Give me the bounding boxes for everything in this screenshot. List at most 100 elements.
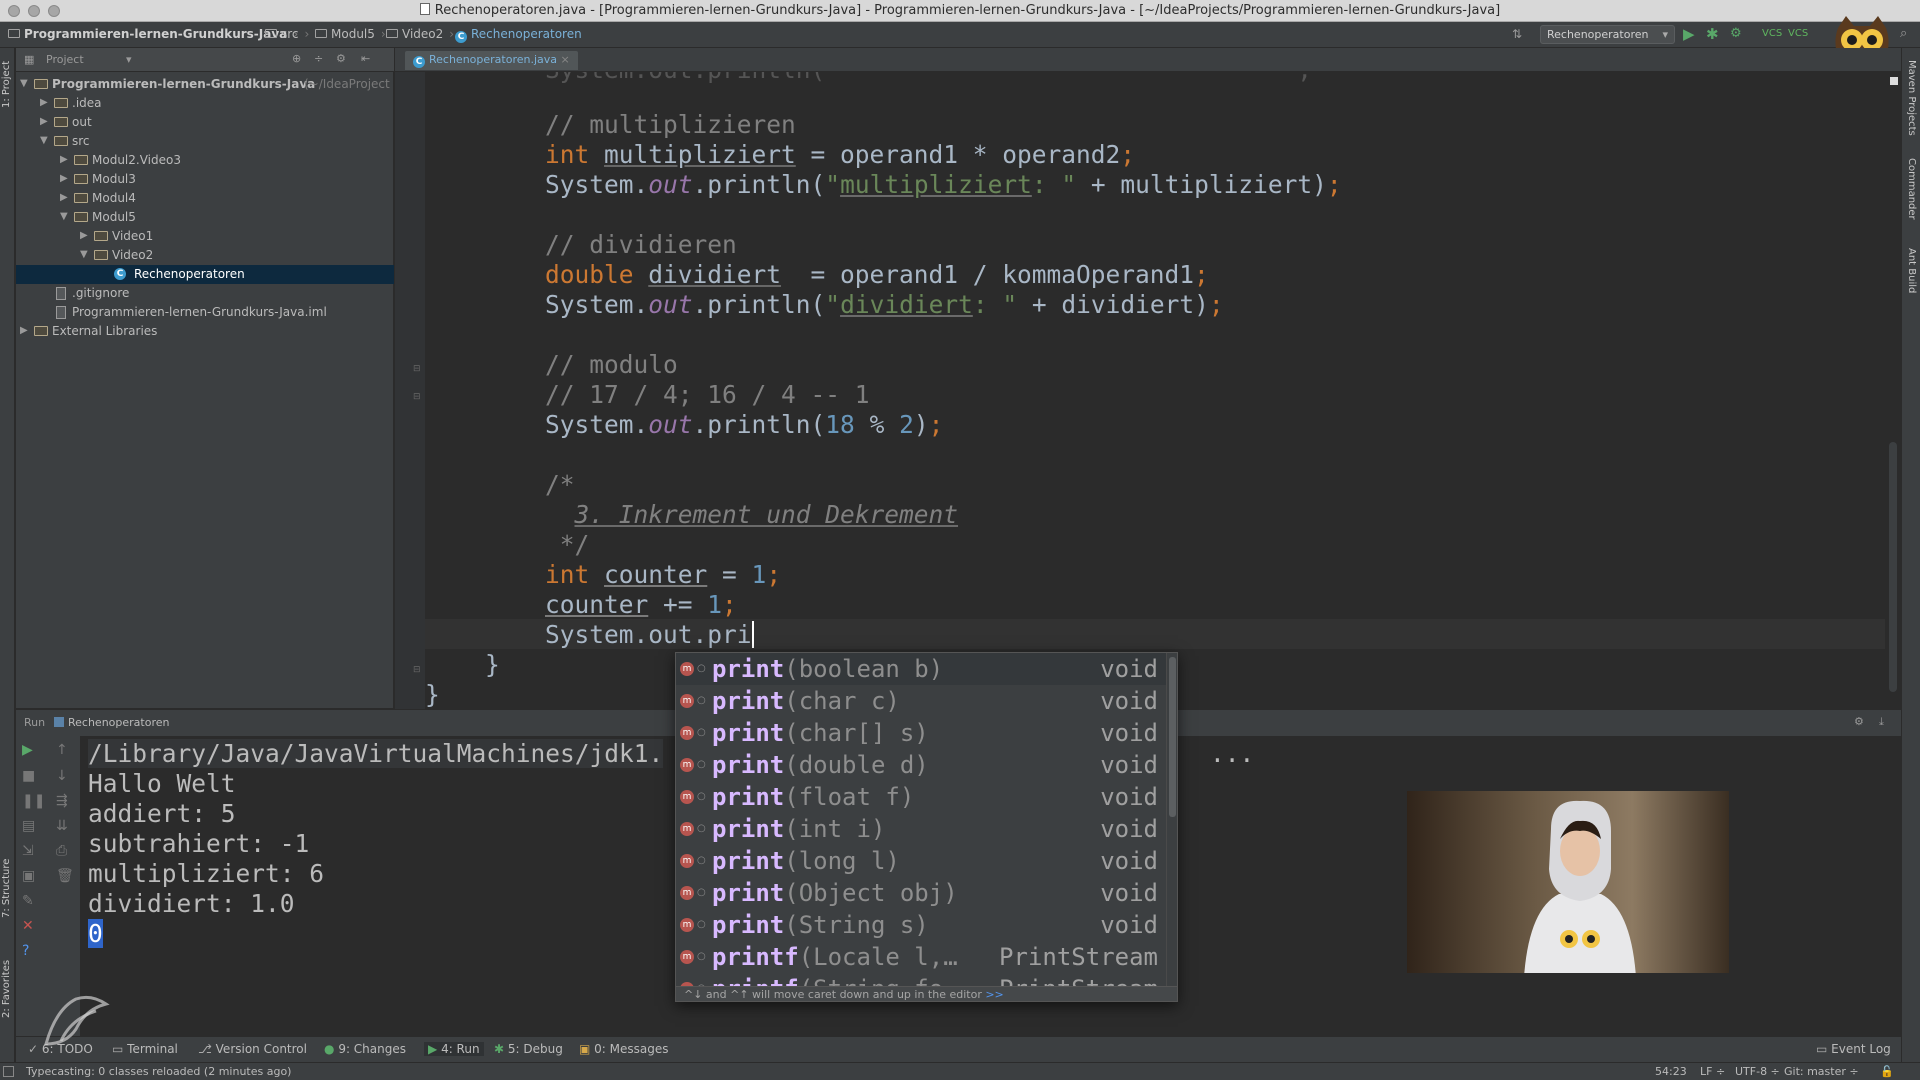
toggle-tool-windows-icon[interactable]: [3, 1066, 14, 1077]
collapsed-arrow-icon[interactable]: ▶: [40, 116, 48, 127]
exit-icon[interactable]: ⇲: [22, 843, 34, 859]
scrollbar-thumb[interactable]: [1169, 657, 1176, 817]
coverage-icon[interactable]: ⚙: [1730, 26, 1742, 42]
debug-tool-button[interactable]: ✱ 5: Debug: [494, 1042, 563, 1056]
version-control-tool-button[interactable]: ⎇ Version Control: [198, 1042, 307, 1056]
project-tool-button[interactable]: 1: Project: [1, 61, 12, 108]
expanded-arrow-icon[interactable]: ▼: [40, 135, 48, 146]
build-icon[interactable]: ⇅: [1512, 26, 1522, 42]
tree-item[interactable]: ▼ src: [16, 132, 394, 151]
autocomplete-item[interactable]: m ○ print(boolean b) void: [676, 653, 1166, 685]
scrollbar-thumb[interactable]: [1889, 442, 1897, 692]
scroll-to-end-icon[interactable]: ⇊: [56, 818, 68, 834]
restore-layout-icon[interactable]: ▣: [22, 868, 35, 884]
tree-item[interactable]: ▶ Modul3: [16, 170, 394, 189]
search-icon[interactable]: ⌕: [1900, 26, 1907, 42]
run-configuration-select[interactable]: Rechenoperatoren ▾: [1540, 25, 1675, 44]
editor-vertical-scrollbar[interactable]: [1885, 72, 1901, 709]
autocomplete-popup[interactable]: m ○ print(boolean b) void m ○ print(char c) voi…: [675, 652, 1178, 1002]
collapsed-arrow-icon[interactable]: ▶: [60, 154, 68, 165]
hide-panel-icon[interactable]: ⤓: [1879, 715, 1884, 729]
structure-tool-button[interactable]: 7: Structure: [1, 859, 12, 918]
messages-tool-button[interactable]: ▣ 0: Messages: [579, 1042, 669, 1056]
autocomplete-item[interactable]: m ○ print(float f) void: [676, 781, 1166, 813]
collapsed-arrow-icon[interactable]: ▶: [60, 173, 68, 184]
collapsed-arrow-icon[interactable]: ▶: [80, 230, 88, 241]
autocomplete-scrollbar[interactable]: [1166, 653, 1177, 1001]
terminal-tool-button[interactable]: ▭ Terminal: [112, 1042, 178, 1056]
fold-marker-icon[interactable]: ⊟: [413, 665, 421, 675]
line-separator-select[interactable]: LF ÷: [1700, 1065, 1725, 1078]
tree-item[interactable]: ▶ .idea: [16, 94, 394, 113]
clear-all-icon[interactable]: 🗑: [56, 868, 74, 884]
tree-item[interactable]: ▼ Programmieren-lernen-Grundkurs-Java (~/…: [16, 75, 394, 94]
hide-panel-icon[interactable]: ⇤: [361, 52, 370, 65]
tree-item[interactable]: ▶ Modul2.Video3: [16, 151, 394, 170]
maven-projects-tool-button[interactable]: Maven Projects: [1906, 60, 1917, 136]
event-log-tool-button[interactable]: ▭ Event Log: [1816, 1042, 1891, 1056]
fold-marker-icon[interactable]: ⊟: [413, 364, 421, 374]
caret-position[interactable]: 54:23: [1655, 1065, 1687, 1078]
collapsed-arrow-icon[interactable]: ▶: [40, 97, 48, 108]
breadcrumb-class[interactable]: C Rechenoperatoren: [455, 27, 582, 43]
vcs-commit-icon[interactable]: VCS: [1788, 26, 1808, 42]
hint-more-link[interactable]: >>: [985, 988, 1003, 1001]
tree-item[interactable]: ▼ Modul5: [16, 208, 394, 227]
breadcrumb-src[interactable]: src ›: [265, 27, 309, 41]
run-tab-rechenoperatoren[interactable]: Rechenoperatoren: [54, 716, 169, 729]
pin-icon[interactable]: ✎: [22, 893, 34, 909]
soft-wrap-icon[interactable]: ⇶: [56, 793, 68, 809]
lock-icon[interactable]: 🔓: [1880, 1065, 1894, 1078]
pause-icon[interactable]: ❚❚: [22, 793, 45, 809]
autocomplete-item[interactable]: m ○ print(double d) void: [676, 749, 1166, 781]
gear-icon[interactable]: ⚙: [336, 52, 346, 65]
tree-item[interactable]: ▶ External Libraries: [16, 322, 394, 341]
fold-marker-icon[interactable]: ⊟: [413, 392, 421, 402]
project-view-select[interactable]: Project: [46, 53, 84, 66]
collapsed-arrow-icon[interactable]: ▶: [20, 325, 28, 336]
rerun-icon[interactable]: ▶: [22, 742, 33, 758]
favorites-tool-button[interactable]: 2: Favorites: [1, 960, 12, 1018]
expanded-arrow-icon[interactable]: ▼: [80, 249, 88, 260]
code-editor[interactable]: System.out.println( ; // multiplizieren …: [425, 72, 1901, 709]
expanded-arrow-icon[interactable]: ▼: [20, 78, 28, 89]
run-tool-button[interactable]: ▶ 4: Run: [424, 1042, 484, 1056]
breadcrumb-modul5[interactable]: Modul5 ›: [315, 27, 386, 41]
changes-tool-button[interactable]: ● 9: Changes: [324, 1042, 406, 1056]
autocomplete-item[interactable]: m ○ print(Object obj) void: [676, 877, 1166, 909]
dump-threads-icon[interactable]: ▤: [22, 818, 35, 834]
chevron-down-icon[interactable]: ▾: [126, 53, 132, 66]
tree-item[interactable]: ▼ Video2: [16, 246, 394, 265]
vcs-update-icon[interactable]: VCS: [1762, 26, 1782, 42]
tree-item[interactable]: ▶ Modul4: [16, 189, 394, 208]
breadcrumb-video2[interactable]: Video2 ›: [386, 27, 454, 41]
encoding-select[interactable]: UTF-8 ÷: [1735, 1065, 1780, 1078]
collapse-all-icon[interactable]: ÷: [314, 52, 323, 65]
debug-icon[interactable]: ✱: [1706, 26, 1719, 42]
expanded-arrow-icon[interactable]: ▼: [60, 211, 68, 222]
autocomplete-item[interactable]: m ○ print(int i) void: [676, 813, 1166, 845]
autocomplete-item[interactable]: m ○ print(long l) void: [676, 845, 1166, 877]
tree-item[interactable]: .gitignore: [16, 284, 394, 303]
breadcrumb-project[interactable]: Programmieren-lernen-Grundkurs-Java ›: [8, 27, 298, 41]
autocomplete-item[interactable]: m ○ printf(Locale l,… PrintStream: [676, 941, 1166, 973]
arrow-up-icon[interactable]: ↑: [56, 742, 68, 758]
tree-item[interactable]: ▶ Video1: [16, 227, 394, 246]
commander-tool-button[interactable]: Commander: [1906, 158, 1917, 220]
help-icon[interactable]: ?: [22, 943, 29, 959]
run-icon[interactable]: ▶: [1683, 26, 1695, 42]
locate-icon[interactable]: ⊕: [292, 52, 301, 65]
git-branch-select[interactable]: Git: master ÷: [1784, 1065, 1859, 1078]
autocomplete-item[interactable]: m ○ print(String s) void: [676, 909, 1166, 941]
close-tab-icon[interactable]: ×: [561, 53, 570, 66]
collapsed-arrow-icon[interactable]: ▶: [60, 192, 68, 203]
ant-build-tool-button[interactable]: Ant Build: [1906, 248, 1917, 293]
gear-icon[interactable]: ⚙: [1854, 715, 1864, 728]
autocomplete-item[interactable]: m ○ print(char[] s) void: [676, 717, 1166, 749]
stop-icon[interactable]: ■: [22, 768, 35, 784]
tree-item[interactable]: ▶ out: [16, 113, 394, 132]
autocomplete-item[interactable]: m ○ print(char c) void: [676, 685, 1166, 717]
tree-item[interactable]: Programmieren-lernen-Grundkurs-Java.iml: [16, 303, 394, 322]
print-icon[interactable]: ⎙: [56, 843, 67, 859]
tree-item[interactable]: C Rechenoperatoren: [16, 265, 394, 284]
